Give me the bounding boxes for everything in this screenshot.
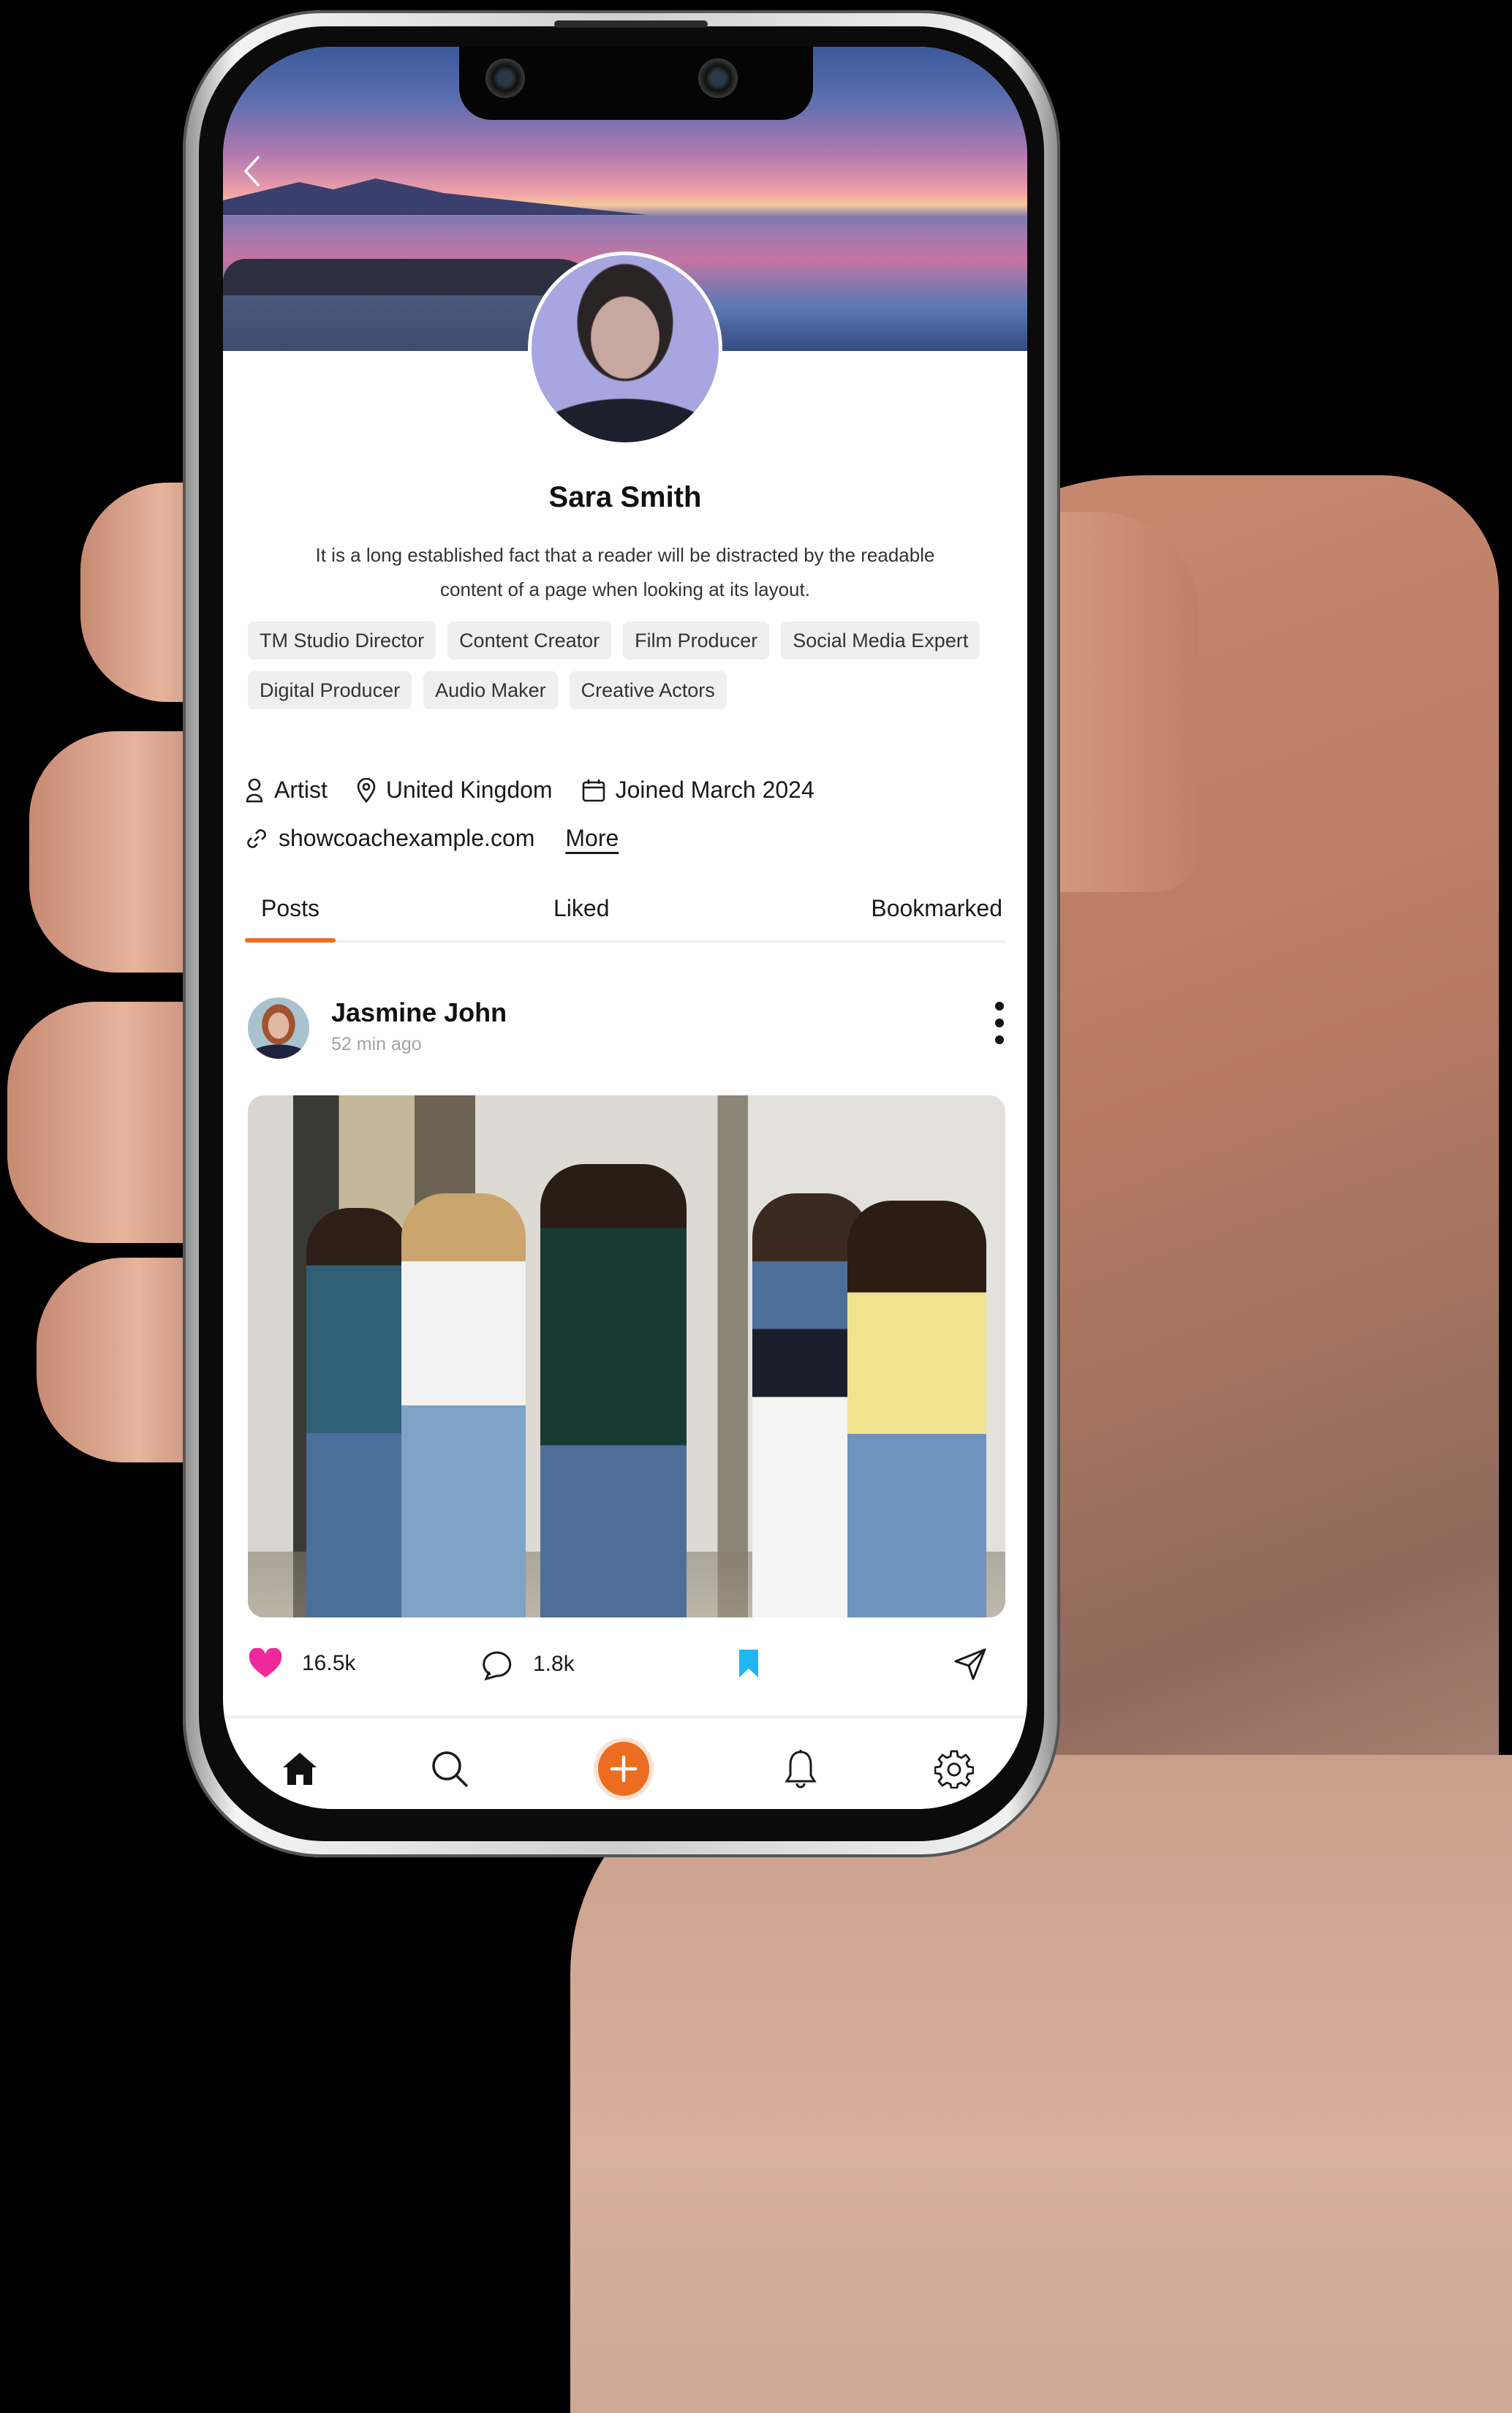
nav-home[interactable] — [274, 1743, 325, 1794]
profile-photo — [532, 255, 719, 442]
post-timestamp: 52 min ago — [331, 1034, 422, 1054]
tag-chip[interactable]: Digital Producer — [248, 671, 412, 709]
post-image-person — [306, 1208, 409, 1617]
gear-icon — [934, 1750, 974, 1789]
dot — [995, 1002, 1004, 1011]
comment-count: 1.8k — [533, 1652, 575, 1676]
tag-chip[interactable]: TM Studio Director — [248, 622, 436, 660]
nav-notifications[interactable] — [775, 1743, 826, 1794]
active-tab-indicator — [245, 938, 336, 943]
role-text: Artist — [274, 777, 328, 803]
nav-settings[interactable] — [929, 1743, 980, 1794]
post-header: Jasmine John 52 min ago — [248, 997, 1008, 1063]
meta-joined: Joined March 2024 — [582, 777, 814, 804]
dot — [995, 1035, 1004, 1044]
cover-mountain — [223, 178, 647, 215]
plus-icon — [610, 1755, 638, 1783]
location-text: United Kingdom — [385, 777, 553, 803]
share-button[interactable] — [954, 1648, 1005, 1680]
nav-create-post[interactable] — [598, 1742, 649, 1796]
front-sensor — [698, 58, 738, 98]
calendar-icon — [582, 779, 605, 801]
profile-meta: Artist United Kingdom Joined March 2024 — [245, 777, 844, 804]
back-button[interactable] — [238, 149, 267, 193]
post-author-avatar[interactable] — [248, 997, 309, 1059]
chevron-left-icon — [243, 155, 260, 187]
comment-icon — [483, 1651, 512, 1680]
profile-link-row: showcoachexample.com More — [245, 825, 619, 852]
bookmark-button[interactable] — [738, 1648, 779, 1679]
dot — [995, 1019, 1004, 1027]
app-screen: Sara Smith It is a long established fact… — [223, 47, 1027, 1809]
post-more-button[interactable] — [992, 997, 1007, 1056]
profile-avatar[interactable] — [528, 252, 722, 446]
thumb — [1038, 512, 1199, 892]
tab-liked[interactable]: Liked — [553, 895, 610, 922]
bell-icon — [785, 1750, 817, 1789]
post-image-person — [401, 1193, 526, 1617]
tab-bookmarked[interactable]: Bookmarked — [871, 895, 1002, 922]
tag-chip[interactable]: Film Producer — [623, 622, 770, 660]
tag-chip[interactable]: Creative Actors — [569, 671, 727, 709]
profile-tags: TM Studio Director Content Creator Film … — [248, 622, 1008, 709]
meta-role: Artist — [245, 777, 328, 804]
home-icon — [283, 1753, 317, 1785]
add-button[interactable] — [598, 1742, 649, 1796]
profile-name: Sara Smith — [548, 481, 702, 513]
profile-bio: It is a long established fact that a rea… — [315, 544, 935, 600]
like-count: 16.5k — [302, 1651, 356, 1675]
tag-chip[interactable]: Social Media Expert — [781, 622, 980, 660]
tag-chip[interactable]: Content Creator — [447, 622, 612, 660]
tab-posts[interactable]: Posts — [261, 895, 320, 922]
more-link[interactable]: More — [565, 825, 619, 852]
bookmark-icon — [739, 1650, 758, 1677]
comment-button[interactable]: 1.8k — [482, 1648, 575, 1680]
meta-location: United Kingdom — [357, 777, 553, 804]
send-icon — [954, 1648, 986, 1680]
post-image-person — [540, 1164, 687, 1617]
bottom-nav — [223, 1729, 1027, 1809]
post-actions: 16.5k 1.8k — [248, 1648, 1005, 1692]
joined-text: Joined March 2024 — [615, 777, 814, 803]
like-button[interactable]: 16.5k — [248, 1648, 355, 1679]
post-image[interactable] — [248, 1095, 1005, 1617]
post-image-person — [847, 1201, 986, 1617]
map-pin-icon — [357, 777, 376, 803]
post-author-name[interactable]: Jasmine John — [331, 997, 507, 1028]
user-icon — [246, 778, 263, 802]
phone-speaker — [554, 20, 708, 28]
tag-chip[interactable]: Audio Maker — [423, 671, 558, 709]
link-icon — [247, 828, 266, 848]
post-divider — [223, 1715, 1027, 1718]
website-link[interactable]: showcoachexample.com — [279, 825, 534, 852]
heart-icon — [249, 1648, 282, 1677]
front-camera — [485, 58, 525, 98]
search-icon — [432, 1751, 469, 1788]
nav-search[interactable] — [424, 1743, 475, 1794]
profile-tabs: Posts Liked Bookmarked — [245, 888, 1005, 943]
